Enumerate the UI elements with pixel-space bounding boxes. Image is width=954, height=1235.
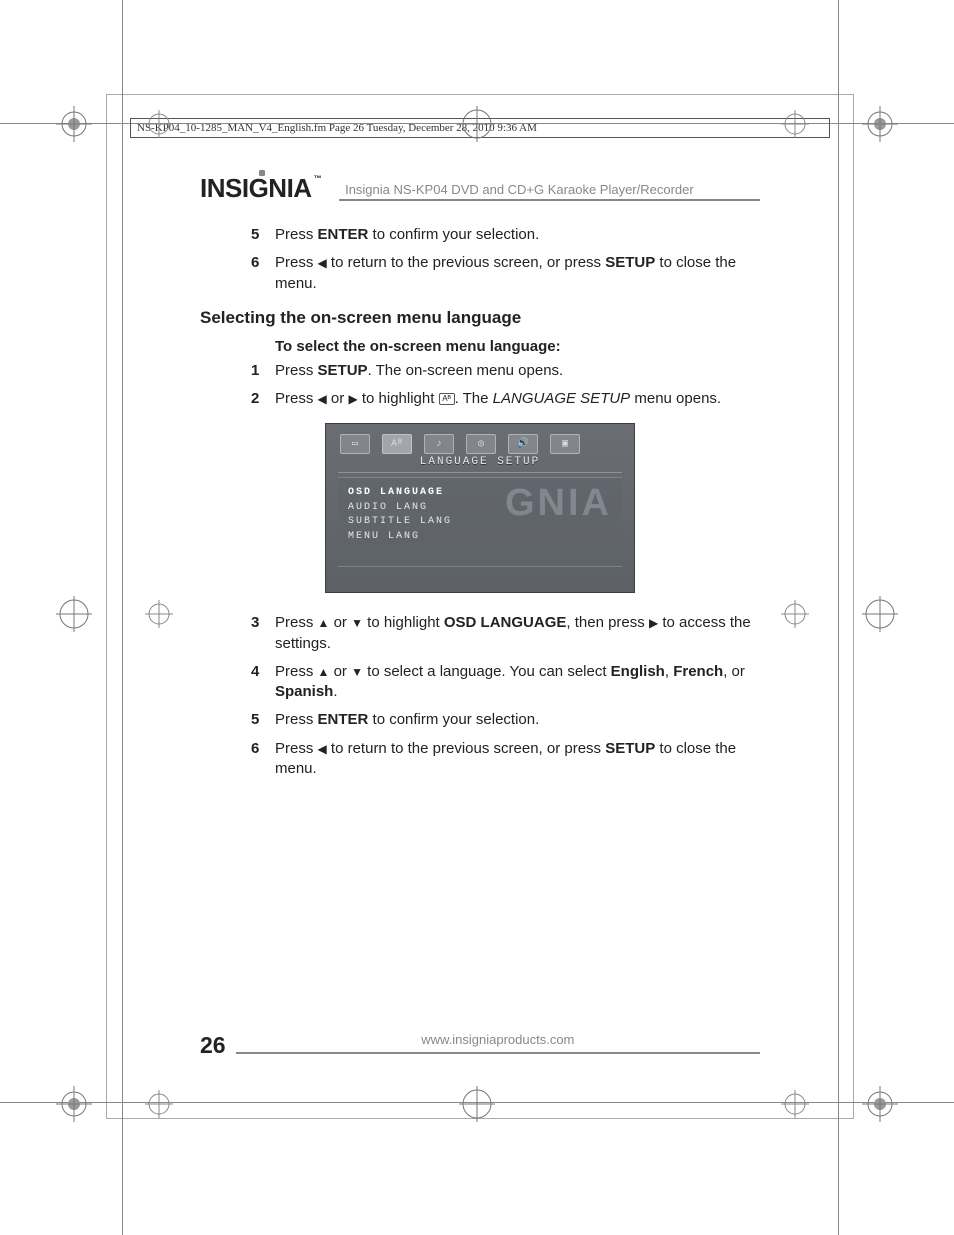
continuation-steps: 5 Press ENTER to confirm your selection.…: [200, 225, 760, 294]
osd-item: AUDIO LANG: [348, 501, 612, 516]
registration-mark-icon: [459, 106, 495, 142]
step-number: 6: [251, 253, 259, 273]
step-number: 3: [251, 613, 259, 633]
up-arrow-icon: ▲: [318, 616, 330, 630]
left-arrow-icon: ◀: [318, 741, 327, 755]
step-1: 1 Press SETUP. The on-screen menu opens.: [275, 361, 760, 381]
osd-tab-icon: ◎: [466, 434, 496, 454]
step-6: 6 Press ◀ to return to the previous scre…: [275, 253, 760, 294]
registration-mark-icon: [862, 596, 898, 632]
left-arrow-icon: ◀: [318, 256, 327, 270]
crop-line: [122, 0, 123, 1235]
osd-tab-language-icon: Aᴮ: [382, 434, 412, 454]
registration-mark-icon: [56, 596, 92, 632]
down-arrow-icon: ▼: [351, 665, 363, 679]
step-6b: 6 Press ◀ to return to the previous scre…: [275, 739, 760, 780]
step-number: 5: [251, 225, 259, 245]
page-header: INSIGNIA™ Insignia NS-KP04 DVD and CD+G …: [200, 175, 760, 201]
registration-mark-small-icon: [781, 600, 809, 628]
step-4: 4 Press ▲ or ▼ to select a language. You…: [275, 662, 760, 703]
registration-mark-icon: [862, 106, 898, 142]
step-5: 5 Press ENTER to confirm your selection.: [275, 225, 760, 245]
right-arrow-icon: ▶: [348, 392, 357, 406]
header-rule: Insignia NS-KP04 DVD and CD+G Karaoke Pl…: [339, 179, 760, 201]
procedure-steps-continued: 3 Press ▲ or ▼ to highlight OSD LANGUAGE…: [200, 613, 760, 779]
osd-screenshot: ▭ Aᴮ ♪ ◎ 🔊 ▣ LANGUAGE SETUP GNIA OSD LAN…: [325, 423, 635, 593]
section-heading: Selecting the on-screen menu language: [200, 308, 760, 328]
procedure-subheading: To select the on-screen menu language:: [275, 338, 760, 355]
registration-mark-small-icon: [781, 110, 809, 138]
registration-mark-icon: [56, 1086, 92, 1122]
crop-line: [838, 0, 839, 1235]
step-number: 1: [251, 361, 259, 381]
osd-tabs: ▭ Aᴮ ♪ ◎ 🔊 ▣: [326, 424, 634, 456]
osd-tab-icon: 🔊: [508, 434, 538, 454]
registration-mark-icon: [56, 106, 92, 142]
osd-tab-icon: ▭: [340, 434, 370, 454]
osd-title: LANGUAGE SETUP: [338, 456, 622, 473]
step-number: 6: [251, 739, 259, 759]
step-2: 2 Press ◀ or ▶ to highlight Aᴮ. The LANG…: [275, 389, 760, 409]
osd-item: OSD LANGUAGE: [348, 486, 612, 501]
procedure-steps: 1 Press SETUP. The on-screen menu opens.…: [200, 361, 760, 410]
brand-dot-icon: [259, 170, 265, 176]
step-number: 4: [251, 662, 259, 682]
step-3: 3 Press ▲ or ▼ to highlight OSD LANGUAGE…: [275, 613, 760, 654]
brand-text: INSIGNIA: [200, 173, 312, 203]
trademark-icon: ™: [314, 174, 322, 183]
osd-tab-icon: ♪: [424, 434, 454, 454]
registration-mark-icon: [862, 1086, 898, 1122]
page-number: 26: [200, 1032, 226, 1059]
right-arrow-icon: ▶: [649, 616, 658, 630]
registration-mark-small-icon: [145, 600, 173, 628]
down-arrow-icon: ▼: [351, 616, 363, 630]
page-content: INSIGNIA™ Insignia NS-KP04 DVD and CD+G …: [200, 175, 760, 787]
registration-mark-small-icon: [145, 110, 173, 138]
step-5b: 5 Press ENTER to confirm your selection.: [275, 710, 760, 730]
header-line: [339, 199, 760, 201]
step-number: 5: [251, 710, 259, 730]
registration-mark-small-icon: [781, 1090, 809, 1118]
footer-url: www.insigniaproducts.com: [236, 1032, 760, 1047]
osd-item: MENU LANG: [348, 530, 612, 545]
product-line: Insignia NS-KP04 DVD and CD+G Karaoke Pl…: [345, 182, 760, 197]
osd-body: GNIA OSD LANGUAGE AUDIO LANG SUBTITLE LA…: [338, 477, 622, 567]
footer-rule: www.insigniaproducts.com: [236, 1052, 760, 1054]
registration-mark-small-icon: [145, 1090, 173, 1118]
left-arrow-icon: ◀: [318, 392, 327, 406]
brand-logo: INSIGNIA™: [200, 175, 321, 201]
page-footer: 26 www.insigniaproducts.com: [200, 1032, 760, 1059]
osd-item: SUBTITLE LANG: [348, 515, 612, 530]
language-tab-icon: Aᴮ: [439, 393, 455, 405]
registration-mark-icon: [459, 1086, 495, 1122]
step-number: 2: [251, 389, 259, 409]
osd-tab-icon: ▣: [550, 434, 580, 454]
up-arrow-icon: ▲: [318, 665, 330, 679]
